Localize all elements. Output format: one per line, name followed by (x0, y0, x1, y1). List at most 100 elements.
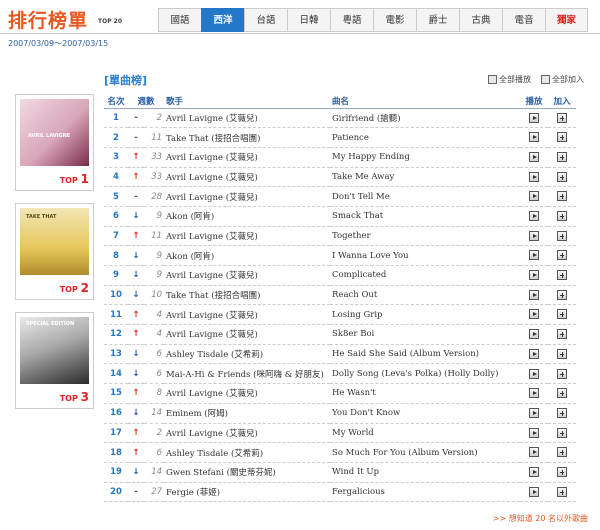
add-icon[interactable] (557, 191, 568, 202)
title-cell[interactable]: Together (330, 226, 521, 247)
play-icon[interactable] (529, 388, 540, 399)
artist-cell[interactable]: Avril Lavigne (艾薇兒) (164, 423, 331, 444)
artist-cell[interactable]: Ashley Tisdale (艾希莉) (164, 344, 331, 365)
add-icon[interactable] (557, 329, 568, 340)
artist-cell[interactable]: Mai-A-Hi & Friends (咪阿嗨 & 好朋友) (164, 363, 331, 385)
album-art-text-top3: SPECIAL EDITION (26, 321, 75, 327)
add-icon[interactable] (557, 466, 568, 477)
play-icon[interactable] (529, 329, 540, 340)
cover-top1[interactable]: AVRIL LAVIGNE TOP 1 (15, 94, 94, 191)
artist-cell[interactable]: Take That (接招合唱團) (164, 127, 331, 148)
title-cell[interactable]: So Much For You (Album Version) (330, 442, 521, 463)
play-icon[interactable] (529, 447, 540, 458)
title-cell[interactable]: My World (330, 423, 521, 444)
artist-cell[interactable]: Fergie (菲姬) (164, 482, 331, 503)
title-cell[interactable]: Take Me Away (330, 167, 521, 188)
title-cell[interactable]: Reach Out (330, 285, 521, 306)
artist-cell[interactable]: Avril Lavigne (艾薇兒) (164, 167, 331, 188)
tab-4[interactable]: 粵語 (330, 8, 373, 32)
add-icon[interactable] (557, 309, 568, 320)
title-cell[interactable]: Sk8er Boi (330, 324, 521, 345)
add-icon[interactable] (557, 348, 568, 359)
play-icon[interactable] (529, 407, 540, 418)
tab-9[interactable]: 獨家 (545, 8, 588, 32)
add-all-button[interactable]: 全部加入 (541, 74, 584, 85)
play-icon[interactable] (529, 132, 540, 143)
play-icon[interactable] (529, 486, 540, 497)
artist-cell[interactable]: Ashley Tisdale (艾希莉) (164, 442, 331, 463)
add-icon[interactable] (557, 250, 568, 261)
tab-8[interactable]: 電音 (502, 8, 545, 32)
tab-6[interactable]: 爵士 (416, 8, 459, 32)
play-icon[interactable] (529, 289, 540, 300)
add-icon[interactable] (557, 211, 568, 222)
add-icon[interactable] (557, 112, 568, 123)
add-icon[interactable] (557, 368, 568, 379)
rank-cell: 1 (104, 108, 128, 129)
artist-cell[interactable]: Avril Lavigne (艾薇兒) (164, 108, 331, 129)
tab-0[interactable]: 國語 (158, 8, 201, 32)
add-icon[interactable] (557, 427, 568, 438)
rank-cell: 8 (104, 245, 128, 266)
add-icon[interactable] (557, 230, 568, 241)
artist-cell[interactable]: Akon (阿肯) (164, 245, 331, 266)
artist-cell[interactable]: Avril Lavigne (艾薇兒) (164, 383, 331, 404)
tab-5[interactable]: 電影 (373, 8, 416, 32)
artist-cell[interactable]: Avril Lavigne (艾薇兒) (164, 226, 331, 247)
play-icon[interactable] (529, 250, 540, 261)
title-cell[interactable]: Patience (330, 127, 521, 148)
play-icon[interactable] (529, 427, 540, 438)
tab-2[interactable]: 台語 (244, 8, 287, 32)
play-icon[interactable] (529, 112, 540, 123)
title-cell[interactable]: Dolly Song (Leva's Polka) (Holly Dolly) (330, 363, 521, 385)
play-icon[interactable] (529, 466, 540, 477)
album-art-top3: SPECIAL EDITION (20, 317, 89, 384)
artist-cell[interactable]: Take That (接招合唱團) (164, 285, 331, 306)
add-icon[interactable] (557, 289, 568, 300)
add-icon[interactable] (557, 151, 568, 162)
title-cell[interactable]: I Wanna Love You (330, 245, 521, 266)
title-cell[interactable]: You Don't Know (330, 403, 521, 424)
play-icon[interactable] (529, 368, 540, 379)
title-cell[interactable]: Girlfriend (搶聽) (330, 108, 521, 129)
play-icon[interactable] (529, 211, 540, 222)
artist-cell[interactable]: Akon (阿肯) (164, 206, 331, 227)
artist-cell[interactable]: Eminem (阿姆) (164, 403, 331, 424)
title-cell[interactable]: Fergalicious (330, 482, 521, 503)
play-icon[interactable] (529, 348, 540, 359)
play-icon[interactable] (529, 191, 540, 202)
add-icon[interactable] (557, 388, 568, 399)
play-icon[interactable] (529, 151, 540, 162)
title-cell[interactable]: My Happy Ending (330, 147, 521, 168)
title-cell[interactable]: Losing Grip (330, 304, 521, 326)
play-all-button[interactable]: 全部播放 (488, 74, 531, 85)
artist-cell[interactable]: Avril Lavigne (艾薇兒) (164, 324, 331, 345)
artist-cell[interactable]: Avril Lavigne (艾薇兒) (164, 265, 331, 286)
add-icon[interactable] (557, 270, 568, 281)
artist-cell[interactable]: Avril Lavigne (艾薇兒) (164, 147, 331, 168)
add-icon[interactable] (557, 407, 568, 418)
tab-7[interactable]: 古典 (459, 8, 502, 32)
cover-top3[interactable]: SPECIAL EDITION TOP 3 (15, 312, 94, 409)
tab-3[interactable]: 日韓 (287, 8, 330, 32)
title-cell[interactable]: Complicated (330, 265, 521, 286)
more-songs-link[interactable]: >> 想知道 20 名以外歌曲 (493, 513, 588, 524)
title-cell[interactable]: Don't Tell Me (330, 186, 521, 207)
add-icon[interactable] (557, 132, 568, 143)
title-cell[interactable]: Smack That (330, 206, 521, 227)
play-icon[interactable] (529, 171, 540, 182)
add-icon[interactable] (557, 486, 568, 497)
artist-cell[interactable]: Avril Lavigne (艾薇兒) (164, 186, 331, 207)
title-cell[interactable]: He Said She Said (Album Version) (330, 344, 521, 365)
cover-top2[interactable]: TAKE THAT TOP 2 (15, 203, 94, 300)
artist-cell[interactable]: Avril Lavigne (艾薇兒) (164, 304, 331, 326)
title-cell[interactable]: He Wasn't (330, 383, 521, 404)
add-icon[interactable] (557, 171, 568, 182)
artist-cell[interactable]: Gwen Stefani (關史蒂芬妮) (164, 462, 331, 483)
play-icon[interactable] (529, 309, 540, 320)
play-icon[interactable] (529, 230, 540, 241)
tab-1[interactable]: 西洋 (201, 8, 244, 32)
play-icon[interactable] (529, 270, 540, 281)
title-cell[interactable]: Wind It Up (330, 462, 521, 483)
add-icon[interactable] (557, 447, 568, 458)
